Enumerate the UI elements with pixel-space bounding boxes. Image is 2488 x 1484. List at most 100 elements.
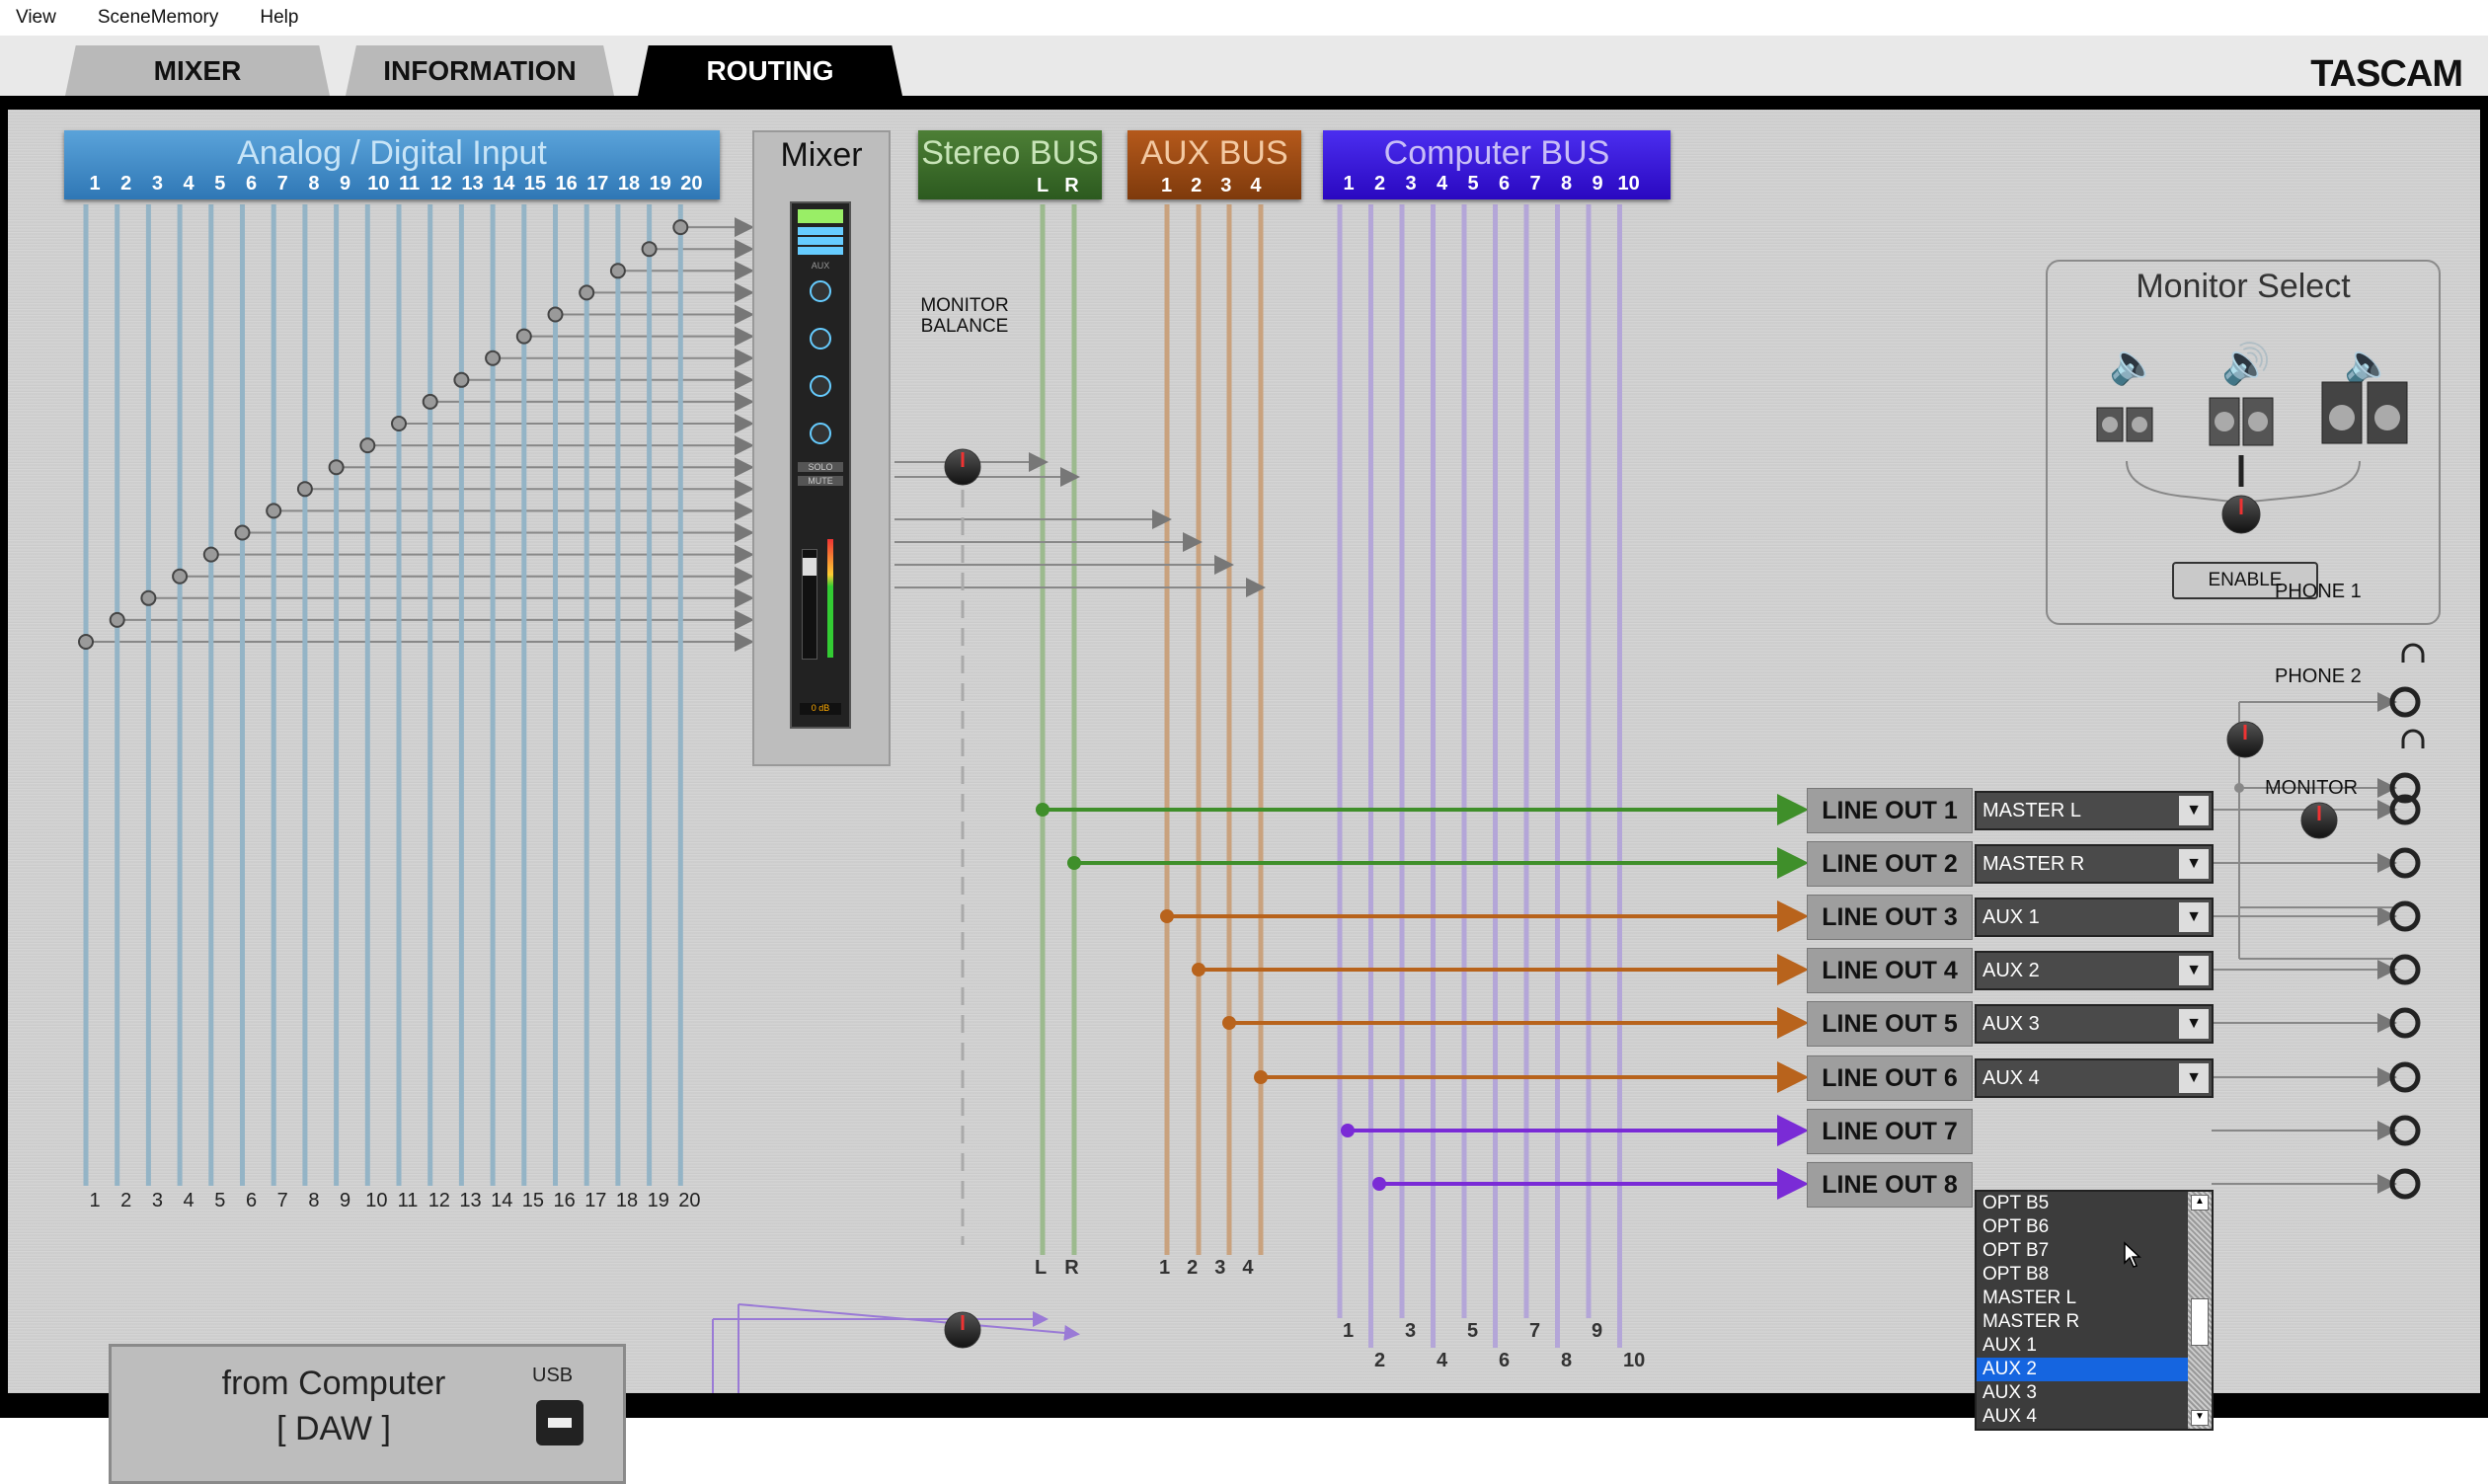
input-node [672,219,689,236]
monitor-level-knob[interactable] [2301,803,2337,838]
input-node [172,568,189,585]
chevron-down-icon[interactable]: ▼ [2179,1009,2209,1039]
tab-routing[interactable]: ROUTING [638,45,902,96]
line-out-7-dropdown-list[interactable]: OPT B5 OPT B6 OPT B7 OPT B8 MASTER L MASTER R… [1975,1190,2214,1431]
input-channel-number: 13 [461,173,484,195]
computer-bottom-number: 5 [1467,1320,1479,1342]
output-jack-icon [2389,900,2421,932]
dropdown-option[interactable]: MASTER L [1977,1287,2188,1310]
computer-bottom-number: 9 [1592,1320,1603,1342]
line-out-source-node [1222,1016,1236,1030]
computer-bottom-number: 6 [1499,1350,1511,1371]
usb-label: USB [532,1365,574,1386]
input-channel-number: 18 [617,173,641,195]
line-out-7-label: LINE OUT 7 [1807,1109,1973,1154]
dropdown-option[interactable]: AUX 2 [1977,1358,2188,1381]
scroll-up-icon[interactable]: ▲ [2191,1195,2209,1211]
menu-help[interactable]: Help [260,7,298,29]
menu-view[interactable]: View [16,7,56,29]
computer-channel-number: 4 [1436,173,1448,195]
dropdown-option[interactable]: OPT B5 [1977,1192,2188,1215]
line-out-5-select[interactable]: AUX 3 ▼ [1975,1004,2214,1044]
daw-balance-knob[interactable] [945,1300,980,1336]
input-channel-number: 10 [367,173,390,195]
monitor-balance-knob[interactable] [945,437,980,473]
dropdown-option[interactable]: AUX 4 [1977,1405,2188,1429]
aux-bottom-labels: 1234 [1159,1257,1254,1279]
input-bottom-number: 18 [615,1190,639,1211]
chevron-down-icon[interactable]: ▼ [2179,956,2209,985]
select-value: AUX 2 [1983,959,2040,981]
line-out-source-node [1254,1070,1268,1084]
mixer-channel-strip[interactable]: AUX SOLO MUTE 0 dB [790,201,851,729]
phone-1-label: PHONE 1 [2275,581,2362,602]
input-bottom-number: 6 [245,1190,258,1211]
tab-information[interactable]: INFORMATION [346,45,614,96]
menu-scene-memory[interactable]: SceneMemory [98,7,219,29]
dropdown-option[interactable]: AUX 1 [1977,1334,2188,1358]
input-node [234,524,251,541]
line-out-1-label: LINE OUT 1 [1807,788,1973,833]
chevron-down-icon[interactable]: ▼ [2179,902,2209,932]
line-out-6-select[interactable]: AUX 4 ▼ [1975,1058,2214,1098]
routing-frame: Analog / Digital Input 1 2 3 4 5 6 7 8 9 10 11 12 13… [0,96,2488,1484]
input-bottom-number: 7 [276,1190,288,1211]
line-out-8-label: LINE OUT 8 [1807,1162,1973,1208]
input-node [609,263,626,279]
line-out-4-label: LINE OUT 4 [1807,948,1973,993]
dropdown-option[interactable]: MASTER R [1977,1310,2188,1334]
scroll-thumb[interactable] [2191,1298,2209,1346]
chevron-down-icon[interactable]: ▼ [2179,796,2209,825]
stereo-bottom-labels: LR [1035,1257,1079,1279]
computer-bottom-number: 2 [1374,1350,1386,1371]
input-bottom-number: 16 [553,1190,576,1211]
line-out-2-select[interactable]: MASTER R ▼ [1975,844,2214,884]
line-out-1-select[interactable]: MASTER L ▼ [1975,791,2214,830]
line-out-5-label: LINE OUT 5 [1807,1001,1973,1047]
line-out-3-select[interactable]: AUX 1 ▼ [1975,898,2214,937]
line-out-6-label: LINE OUT 6 [1807,1055,1973,1101]
input-node [328,459,345,476]
tab-mixer[interactable]: MIXER [65,45,330,96]
computer-bottom-number: 3 [1405,1320,1417,1342]
computer-channel-number: 2 [1373,173,1386,195]
input-bus-header: Analog / Digital Input 1 2 3 4 5 6 7 8 9 10 11 12 13… [64,130,720,199]
computer-bottom-number: 7 [1529,1320,1541,1342]
input-channel-number: 7 [276,173,288,195]
scroll-down-icon[interactable]: ▼ [2191,1410,2209,1426]
input-bottom-number: 11 [397,1190,419,1211]
input-bottom-number: 5 [214,1190,226,1211]
output-jack-icon [2389,1115,2421,1146]
select-value: AUX 3 [1983,1012,2040,1035]
input-bottom-number: 19 [647,1190,669,1211]
input-node [78,634,94,650]
dropdown-option[interactable]: OPT B7 [1977,1239,2188,1263]
input-node [579,284,595,301]
from-computer-box: from Computer [ DAW ] USB [109,1344,626,1484]
dropdown-option[interactable]: OPT B6 [1977,1215,2188,1239]
output-jack-icon [2389,1168,2421,1200]
select-value: AUX 4 [1983,1066,2040,1089]
input-bottom-number: 9 [340,1190,351,1211]
mixer-box: Mixer AUX SOLO MUTE 0 dB [752,130,891,766]
line-out-source-node [1372,1177,1386,1191]
input-node [641,241,658,258]
input-channel-number: 12 [429,173,452,195]
line-out-4-select[interactable]: AUX 2 ▼ [1975,951,2214,990]
input-node [109,611,125,628]
input-channel-number: 14 [493,173,515,195]
line-out-source-node [1341,1124,1355,1137]
computer-bottom-number: 4 [1437,1350,1448,1371]
chevron-down-icon[interactable]: ▼ [2179,1063,2209,1093]
monitor-balance-label: MONITOR BALANCE [920,295,1009,337]
dropdown-scrollbar[interactable]: ▲ ▼ [2188,1192,2212,1429]
output-jack-icon [2389,954,2421,985]
input-node [140,589,157,606]
dropdown-option[interactable]: AUX 3 [1977,1381,2188,1405]
routing-panel: Analog / Digital Input 1 2 3 4 5 6 7 8 9 10 11 12 13… [8,110,2480,1484]
dropdown-option[interactable]: OPT B8 [1977,1263,2188,1287]
input-node [547,306,564,323]
phone-level-knob[interactable] [2227,722,2263,757]
input-node [485,350,502,366]
chevron-down-icon[interactable]: ▼ [2179,849,2209,879]
